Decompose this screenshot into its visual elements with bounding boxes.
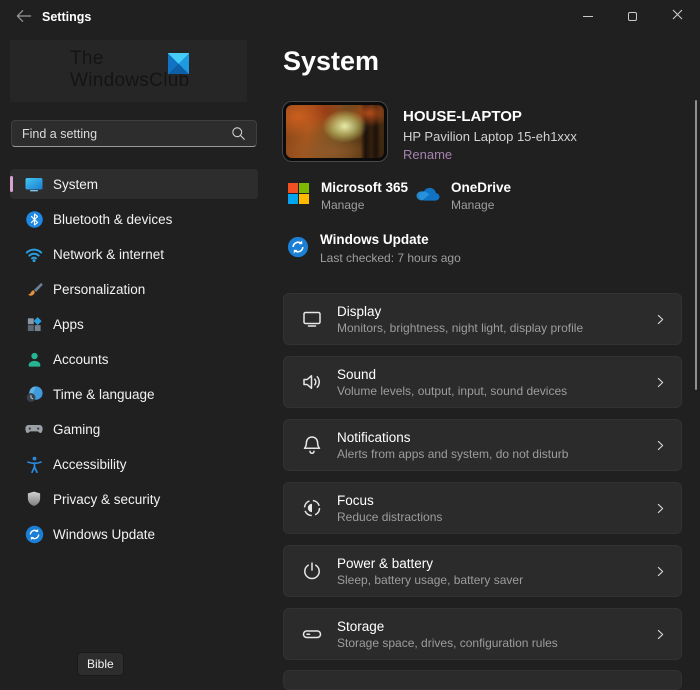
sidebar-item-time-language[interactable]: Time & language: [10, 379, 258, 409]
device-model: HP Pavilion Laptop 15-eh1xxx: [403, 129, 577, 144]
sidebar-item-label: Apps: [53, 316, 84, 332]
chevron-right-icon: [654, 565, 667, 578]
onedrive-cloud-icon: [415, 185, 441, 203]
power-icon: [300, 559, 324, 583]
minimize-icon: [582, 15, 593, 17]
card-sound[interactable]: Sound Volume levels, output, input, soun…: [283, 356, 682, 408]
back-arrow-icon: [16, 9, 32, 28]
search-input[interactable]: [12, 126, 231, 141]
microsoft365-manage-link[interactable]: Manage: [321, 198, 364, 212]
card-subtitle: Monitors, brightness, night light, displ…: [337, 320, 584, 335]
card-storage[interactable]: Storage Storage space, drives, configura…: [283, 608, 682, 660]
card-subtitle: Reduce distractions: [337, 509, 443, 524]
sidebar-item-network-internet[interactable]: Network & internet: [10, 239, 258, 269]
display-icon: [300, 307, 324, 331]
card-title: Focus: [337, 492, 374, 508]
card-title: Storage: [337, 618, 385, 634]
card-subtitle: Alerts from apps and system, do not dist…: [337, 446, 569, 461]
apps-grid-icon: [24, 314, 44, 334]
sidebar-item-label: Network & internet: [53, 246, 165, 262]
maximize-icon: [628, 11, 637, 21]
onedrive-manage-link[interactable]: Manage: [451, 198, 494, 212]
update-sync-icon: [287, 236, 309, 258]
windows-update-title: Windows Update: [320, 232, 429, 247]
sidebar-item-label: System: [53, 176, 99, 192]
maximize-button[interactable]: [610, 0, 655, 32]
device-wallpaper-thumbnail: [283, 102, 387, 161]
microsoft-logo-icon: [288, 183, 310, 205]
tooltip-label: Bible: [87, 657, 114, 671]
card-display[interactable]: Display Monitors, brightness, night ligh…: [283, 293, 682, 345]
close-icon: [672, 7, 683, 25]
card-title: Notifications: [337, 429, 411, 445]
chevron-right-icon: [654, 313, 667, 326]
sidebar-item-label: Accessibility: [53, 456, 127, 472]
person-icon: [24, 349, 44, 369]
system-monitor-icon: [24, 174, 44, 194]
bell-icon: [300, 433, 324, 457]
update-sync-icon: [24, 524, 44, 544]
sidebar-item-personalization[interactable]: Personalization: [10, 274, 258, 304]
sidebar-item-label: Windows Update: [53, 526, 156, 542]
back-button[interactable]: [12, 8, 36, 28]
sidebar-item-label: Accounts: [53, 351, 109, 367]
bluetooth-icon: [24, 209, 44, 229]
minimize-button[interactable]: [565, 0, 610, 32]
sidebar-item-label: Gaming: [53, 421, 101, 437]
card-title: Display: [337, 303, 382, 319]
clock-globe-icon: [24, 384, 44, 404]
card-title: Sound: [337, 366, 377, 382]
taskbar-tooltip: Bible: [77, 652, 124, 676]
sidebar-item-apps[interactable]: Apps: [10, 309, 258, 339]
chevron-right-icon: [654, 502, 667, 515]
card-subtitle: Sleep, battery usage, battery saver: [337, 572, 524, 587]
sidebar-item-label: Bluetooth & devices: [53, 211, 173, 227]
sidebar-item-privacy-security[interactable]: Privacy & security: [10, 484, 258, 514]
sidebar-nav: System Bluetooth & devices Network & int…: [10, 169, 258, 554]
card-notifications[interactable]: Notifications Alerts from apps and syste…: [283, 419, 682, 471]
chevron-right-icon: [654, 376, 667, 389]
device-name: HOUSE-LAPTOP: [403, 108, 522, 125]
close-button[interactable]: [655, 0, 700, 32]
card-title: Power & battery: [337, 555, 434, 571]
card-subtitle: Storage space, drives, configuration rul…: [337, 635, 558, 650]
sidebar-item-label: Personalization: [53, 281, 146, 297]
sidebar-item-accounts[interactable]: Accounts: [10, 344, 258, 374]
sidebar-item-bluetooth-devices[interactable]: Bluetooth & devices: [10, 204, 258, 234]
focus-moon-icon: [300, 496, 324, 520]
sidebar-item-system[interactable]: System: [10, 169, 258, 199]
selection-accent-pill: [10, 176, 13, 192]
card-subtitle: Volume levels, output, input, sound devi…: [337, 383, 568, 398]
search-icon[interactable]: [231, 126, 246, 141]
shield-icon: [24, 489, 44, 509]
window-title: Settings: [42, 10, 92, 24]
paintbrush-icon: [24, 279, 44, 299]
card-partial[interactable]: [283, 670, 682, 690]
quick-link-title: Microsoft 365: [321, 180, 409, 195]
windowsclub-diamond-icon: [168, 53, 189, 74]
sidebar-item-windows-update[interactable]: Windows Update: [10, 519, 258, 549]
chevron-right-icon: [654, 628, 667, 641]
sidebar-item-label: Privacy & security: [53, 491, 161, 507]
sidebar-item-gaming[interactable]: Gaming: [10, 414, 258, 444]
gamepad-icon: [24, 419, 44, 439]
sidebar-item-accessibility[interactable]: Accessibility: [10, 449, 258, 479]
wifi-icon: [24, 244, 44, 264]
sidebar-item-label: Time & language: [53, 386, 155, 402]
titlebar: Settings: [0, 0, 700, 36]
card-power-battery[interactable]: Power & battery Sleep, battery usage, ba…: [283, 545, 682, 597]
search-box[interactable]: [11, 120, 257, 147]
speaker-icon: [300, 370, 324, 394]
windowsclub-logo: The WindowsClub: [10, 40, 247, 102]
chevron-right-icon: [654, 439, 667, 452]
card-focus[interactable]: Focus Reduce distractions: [283, 482, 682, 534]
quick-link-title: OneDrive: [451, 180, 512, 195]
rename-link[interactable]: Rename: [403, 147, 452, 162]
page-title: System: [283, 46, 380, 76]
windows-update-status: Last checked: 7 hours ago: [320, 251, 461, 265]
storage-drive-icon: [300, 622, 324, 646]
accessibility-person-icon: [24, 454, 44, 474]
scrollbar-thumb[interactable]: [695, 100, 697, 390]
